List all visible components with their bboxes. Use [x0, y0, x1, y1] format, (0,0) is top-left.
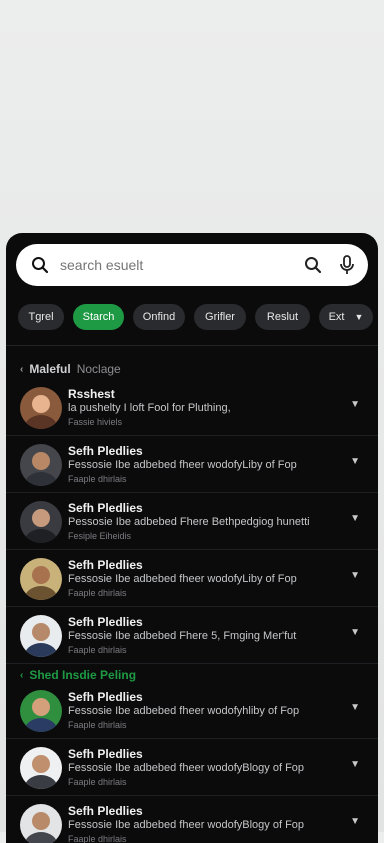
avatar — [20, 387, 62, 429]
avatar — [20, 501, 62, 543]
list-item[interactable]: Sefh Pledlies Fessosie Ibe adbebed fheer… — [6, 739, 378, 796]
chevron-down-icon[interactable]: ▼ — [350, 702, 360, 713]
chip-onfind[interactable]: Onfind — [133, 304, 185, 330]
chevron-down-icon[interactable]: ▼ — [350, 513, 360, 524]
chevron-down-icon[interactable]: ▼ — [350, 456, 360, 467]
list-item[interactable]: Sefh Pledlies Fessosie Ibe adbebed fheer… — [6, 436, 378, 493]
avatar — [20, 804, 62, 843]
avatar — [20, 558, 62, 600]
search-icon[interactable] — [300, 252, 326, 278]
list-item[interactable]: Sefh Pledlies Fessosie Ibe adbebed fheer… — [6, 682, 378, 739]
list-item[interactable]: Sefh Pledlies Fessosie Ibe adbebed fheer… — [6, 796, 378, 843]
filter-chips: Tgrel Starch Onfind Grifler Reslut Ext ▼ — [18, 304, 374, 330]
search-icon — [30, 255, 50, 275]
avatar — [20, 690, 62, 732]
section-header[interactable]: ‹ Maleful Noclage — [20, 362, 121, 376]
list-item[interactable]: Sefh Pledlies Fessosie Ibe adbebed Fhere… — [6, 607, 378, 664]
result-list: Rsshest la pushelty I loft Fool for Plut… — [6, 379, 378, 664]
chip-reslut[interactable]: Reslut — [255, 304, 310, 330]
chevron-down-icon: ▼ — [354, 312, 364, 322]
chip-tgrel[interactable]: Tgrel — [18, 304, 64, 330]
chevron-left-icon: ‹ — [20, 669, 24, 681]
chevron-down-icon[interactable]: ▼ — [350, 399, 360, 410]
results-panel: Tgrel Starch Onfind Grifler Reslut Ext▼ … — [6, 233, 378, 843]
list-item[interactable]: Sefh Pledlies Fessosie Ibe adbebed fheer… — [6, 550, 378, 607]
list-item[interactable]: Rsshest la pushelty I loft Fool for Plut… — [6, 379, 378, 436]
chip-grifler[interactable]: Grifler — [194, 304, 246, 330]
chevron-down-icon[interactable]: ▼ — [350, 570, 360, 581]
avatar — [20, 615, 62, 657]
search-bar[interactable] — [16, 244, 368, 286]
chip-ext-dropdown[interactable]: Ext ▼ — [319, 304, 373, 330]
chevron-left-icon: ‹ — [20, 363, 24, 375]
avatar — [20, 747, 62, 789]
chip-starch[interactable]: Starch — [73, 304, 124, 330]
chevron-down-icon[interactable]: ▼ — [350, 816, 360, 827]
divider — [6, 345, 378, 346]
chevron-down-icon[interactable]: ▼ — [350, 759, 360, 770]
avatar — [20, 444, 62, 486]
section-header[interactable]: ‹ Shed Insdie Peling — [20, 668, 136, 682]
result-list: Sefh Pledlies Fessosie Ibe adbebed fheer… — [6, 682, 378, 843]
search-input[interactable] — [58, 256, 300, 274]
mic-icon[interactable] — [334, 252, 360, 278]
chevron-down-icon[interactable]: ▼ — [350, 627, 360, 638]
list-item[interactable]: Sefh Pledlies Pessosie Ibe adbebed Fhere… — [6, 493, 378, 550]
